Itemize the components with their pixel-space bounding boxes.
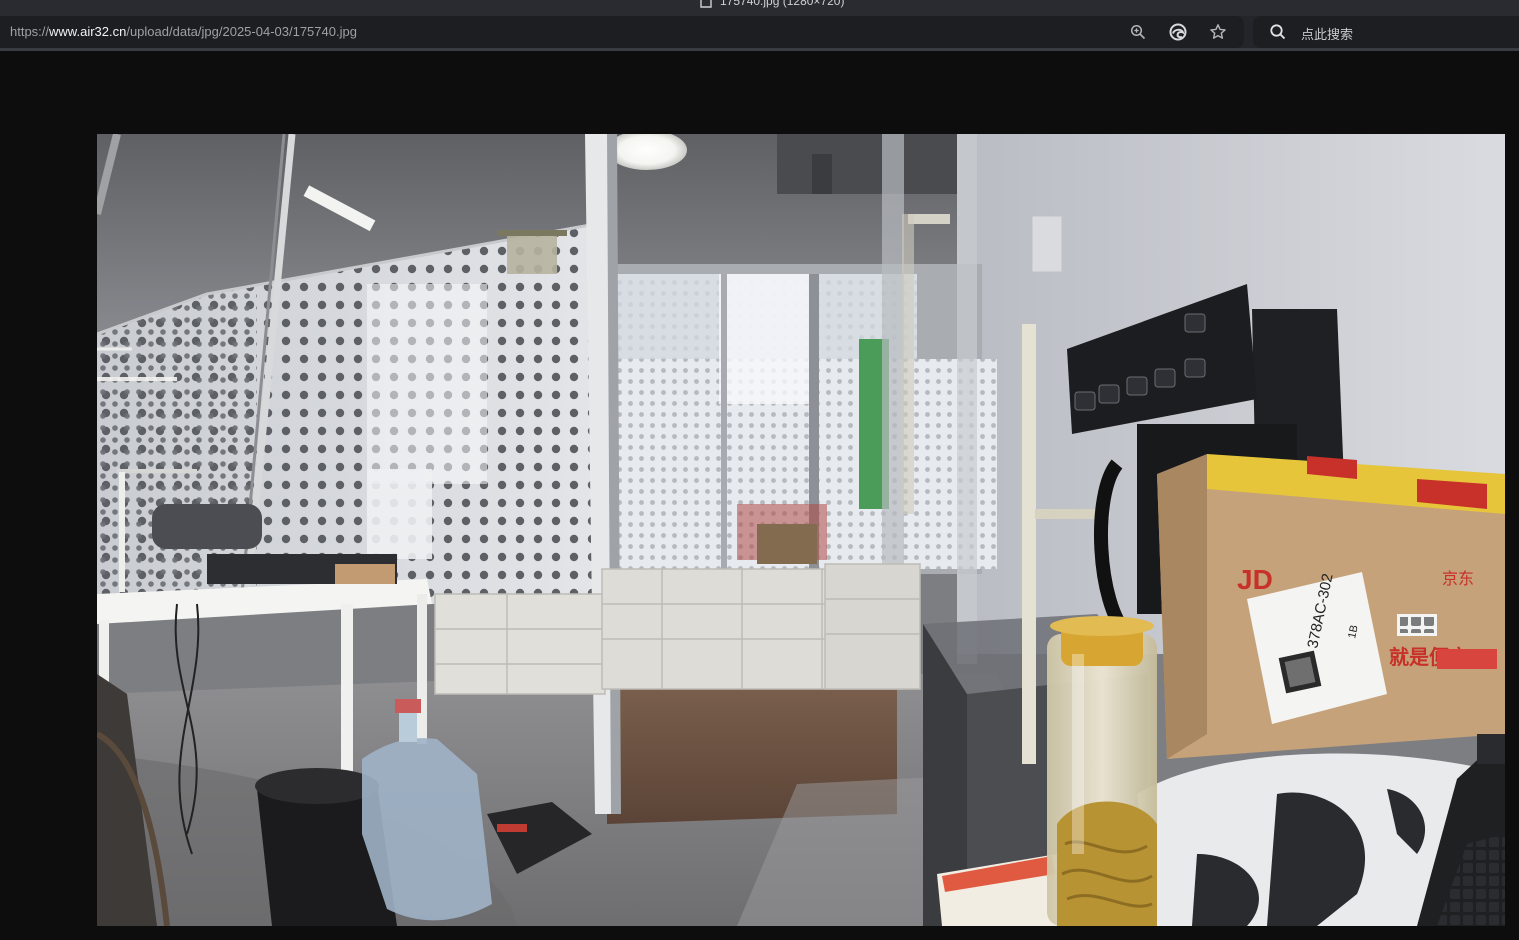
search-placeholder[interactable]: 点此搜索 [1301,24,1353,43]
window-title: 175740.jpg (1280×720) [720,0,845,8]
browser-toolbar: https://www.air32.cn/upload/data/jpg/202… [0,16,1519,48]
address-url[interactable]: https://www.air32.cn/upload/data/jpg/202… [10,24,357,39]
url-scheme: https:// [10,24,50,39]
favorite-star-icon[interactable] [1208,22,1228,42]
image-viewer: JD 京东 就是便宜 378AC-302 1B [0,51,1519,940]
url-domain: www.air32.cn [49,24,127,39]
box-jd-cn-text: 京东 [1442,569,1474,588]
edge-icon[interactable] [1168,22,1188,42]
url-path: /upload/data/jpg/2025-04-03/175740.jpg [126,24,357,39]
zoom-icon[interactable] [1128,22,1148,42]
displayed-photo[interactable]: JD 京东 就是便宜 378AC-302 1B [97,134,1505,926]
box-brand-text: JD [1237,564,1273,595]
search-box[interactable]: 点此搜索 [1253,16,1519,48]
address-bar[interactable]: https://www.air32.cn/upload/data/jpg/202… [0,16,1244,48]
document-icon [700,0,712,8]
search-icon[interactable] [1269,23,1287,45]
window-titlebar: 175740.jpg (1280×720) [0,0,1519,16]
